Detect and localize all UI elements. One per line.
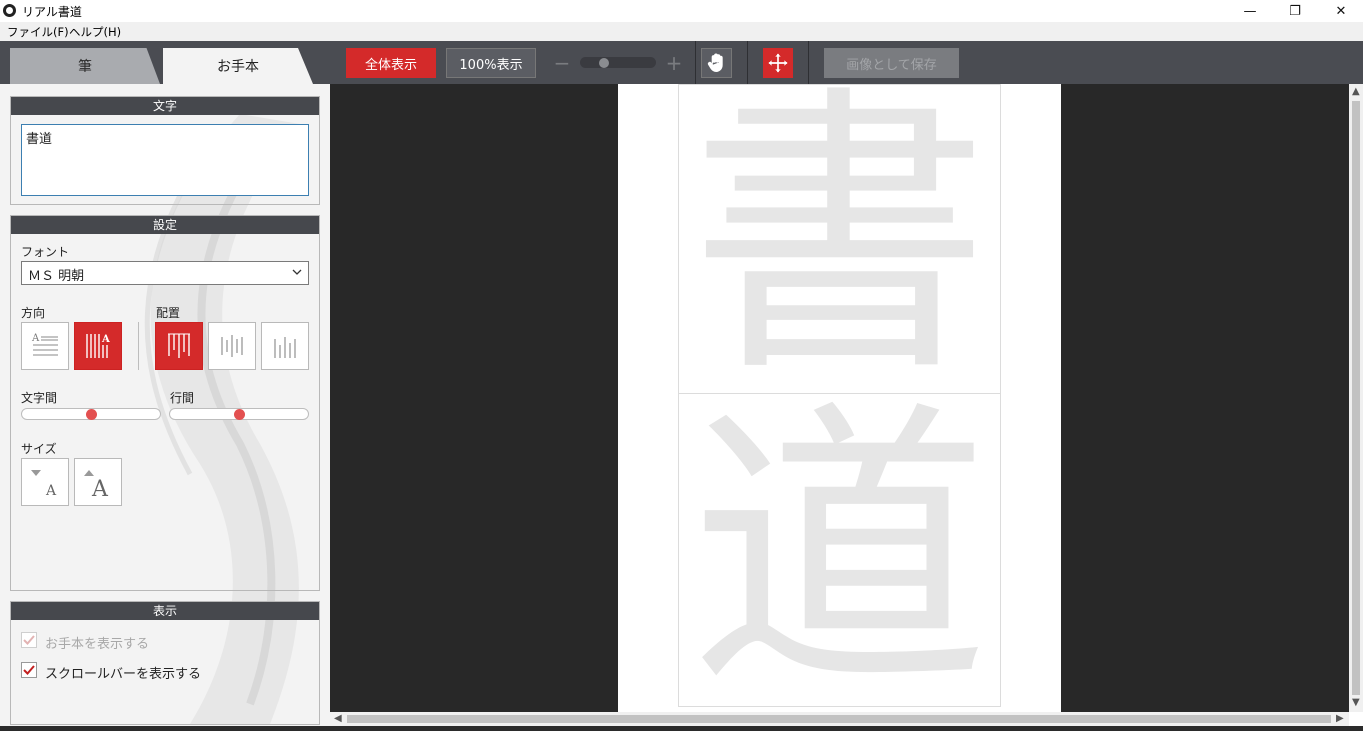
svg-text:A: A (31, 333, 40, 344)
text-input[interactable]: 書道 (21, 124, 309, 196)
zoom-slider[interactable] (580, 57, 656, 68)
close-button[interactable]: ✕ (1318, 0, 1363, 22)
align-bottom-lines-icon (274, 337, 296, 358)
model-character: 道 (689, 377, 990, 712)
horizontal-text-icon: A (31, 333, 58, 356)
left-panel: 文字 書道 設定 フォント ＭＳ 明朝 方向 配置 A A 文字間 行間 サイズ… (0, 84, 330, 731)
font-select-value: ＭＳ 明朝 (28, 269, 85, 284)
model-character: 書 (689, 84, 990, 411)
scroll-right-icon[interactable]: ▶ (1336, 713, 1344, 724)
line-spacing-slider[interactable] (169, 408, 309, 420)
line-spacing-label: 行間 (170, 391, 195, 405)
settings-group: 設定 フォント ＭＳ 明朝 方向 配置 A A 文字間 行間 サイズ A A (10, 215, 320, 591)
font-size-decrease-icon: A (31, 470, 57, 499)
horizontal-scroll-thumb[interactable] (347, 715, 1331, 723)
actual-size-button[interactable]: 100%表示 (446, 48, 536, 78)
move-tool-button[interactable] (763, 48, 793, 78)
char-spacing-slider[interactable] (21, 408, 161, 420)
fit-view-button[interactable]: 全体表示 (346, 48, 436, 78)
toolbar-divider (747, 41, 748, 84)
canvas-area[interactable]: 書 道 (330, 84, 1349, 712)
menu-bar: ファイル(F) ヘルプ(H) (0, 22, 1363, 41)
title-bar: リアル書道 — ❐ ✕ (0, 0, 1363, 22)
vertical-text-icon: A (86, 334, 110, 358)
char-spacing-label: 文字間 (21, 391, 58, 405)
show-model-checkbox[interactable] (21, 632, 37, 648)
char-cell: 書 (678, 84, 1001, 394)
settings-group-header: 設定 (11, 216, 319, 234)
svg-text:A: A (101, 334, 110, 345)
zoom-in-button[interactable]: + (664, 52, 684, 74)
align-center-lines-icon (221, 335, 243, 357)
chevron-down-icon (292, 269, 302, 275)
restore-button[interactable]: ❐ (1272, 0, 1318, 22)
menu-file[interactable]: ファイル(F) (7, 24, 69, 40)
display-group: 表示 お手本を表示する スクロールバーを表示する (10, 601, 320, 725)
line-spacing-knob[interactable] (234, 409, 245, 420)
layout-right-button[interactable] (155, 322, 203, 370)
options-divider (138, 322, 139, 370)
font-size-increase-icon: A (84, 470, 109, 499)
show-scrollbar-checkbox[interactable] (21, 662, 37, 678)
tab-brush[interactable]: 筆 (10, 48, 160, 84)
display-group-header: 表示 (11, 602, 319, 620)
app-icon (3, 4, 16, 17)
align-right-lines-icon (168, 333, 190, 358)
char-cell: 道 (678, 393, 1001, 707)
taskbar-edge (0, 726, 1363, 731)
horizontal-scrollbar[interactable]: ◀ ▶ (330, 712, 1349, 726)
zoom-slider-knob[interactable] (599, 58, 609, 68)
vertical-scrollbar[interactable]: ▲ ▼ (1349, 84, 1363, 712)
hand-icon (707, 53, 723, 72)
window-title: リアル書道 (22, 5, 82, 19)
hand-tool-button[interactable] (701, 48, 732, 78)
show-model-label: お手本を表示する (45, 637, 150, 652)
size-increase-button[interactable]: A (74, 458, 122, 506)
tab-model[interactable]: お手本 (163, 48, 313, 84)
checkmark-icon (23, 665, 35, 675)
scroll-up-icon[interactable]: ▲ (1352, 86, 1360, 97)
text-group-header: 文字 (11, 97, 319, 115)
show-scrollbar-label: スクロールバーを表示する (45, 667, 202, 682)
layout-bottom-button[interactable] (261, 322, 309, 370)
paper[interactable]: 書 道 (618, 84, 1061, 712)
toolbar-divider (695, 41, 696, 84)
vertical-scroll-thumb[interactable] (1352, 101, 1360, 695)
text-group: 文字 書道 (10, 96, 320, 205)
size-label: サイズ (21, 442, 57, 456)
layout-label: 配置 (156, 306, 181, 320)
scroll-down-icon[interactable]: ▼ (1352, 697, 1360, 708)
scroll-left-icon[interactable]: ◀ (334, 713, 342, 724)
font-select[interactable]: ＭＳ 明朝 (21, 261, 309, 285)
minimize-button[interactable]: — (1227, 0, 1273, 22)
font-label: フォント (21, 245, 70, 259)
svg-text:A: A (91, 477, 109, 499)
char-spacing-knob[interactable] (86, 409, 97, 420)
menu-help[interactable]: ヘルプ(H) (69, 24, 121, 40)
checkmark-icon (23, 635, 35, 645)
direction-label: 方向 (21, 306, 46, 320)
vertical-direction-button[interactable]: A (74, 322, 122, 370)
toolbar-divider (808, 41, 809, 84)
size-decrease-button[interactable]: A (21, 458, 69, 506)
move-arrows-icon (768, 53, 788, 73)
zoom-out-button[interactable]: − (553, 52, 571, 74)
horizontal-direction-button[interactable]: A (21, 322, 69, 370)
layout-center-button[interactable] (208, 322, 256, 370)
save-image-button[interactable]: 画像として保存 (824, 48, 959, 78)
svg-text:A: A (45, 483, 57, 499)
